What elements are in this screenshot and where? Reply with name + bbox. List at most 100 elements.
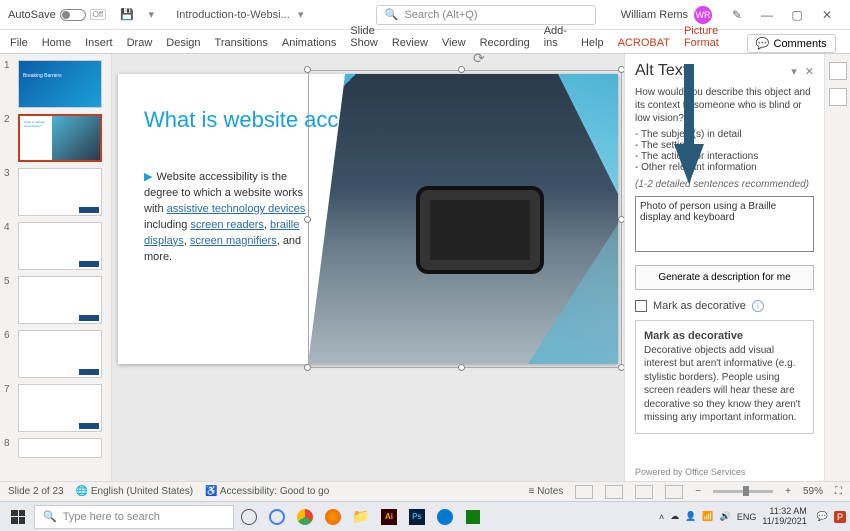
info-icon[interactable]: i (752, 300, 764, 312)
onedrive-icon[interactable]: ☁ (670, 511, 679, 522)
tab-draw[interactable]: Draw (127, 37, 153, 53)
tooltip-body: Decorative objects add visual interest b… (644, 345, 800, 424)
rail-icon[interactable] (829, 62, 847, 80)
normal-view-button[interactable] (575, 485, 593, 499)
slide-thumbnail[interactable] (18, 438, 102, 458)
tab-help[interactable]: Help (581, 37, 604, 53)
tab-addins[interactable]: Add-ins (544, 25, 567, 53)
wifi-icon[interactable]: 📶 (702, 511, 713, 522)
tab-file[interactable]: File (10, 37, 28, 53)
slide-body-text[interactable]: ▶Website accessibility is the degree to … (144, 170, 324, 266)
cortana-icon[interactable] (264, 504, 290, 530)
volume-icon[interactable]: 🔊 (720, 511, 731, 522)
pane-close-icon[interactable]: ✕ (805, 65, 814, 78)
chrome-icon[interactable] (292, 504, 318, 530)
close-button[interactable]: ✕ (812, 8, 842, 22)
tab-recording[interactable]: Recording (480, 37, 530, 53)
slide-image[interactable] (308, 74, 618, 364)
accessibility-status[interactable]: ♿ Accessibility: Good to go (205, 486, 329, 497)
language-indicator[interactable]: ENG (737, 512, 757, 522)
slide-thumbnail[interactable]: Breaking Barriers (18, 60, 102, 108)
slide-canvas[interactable]: ⟳ What is website accessibility? ▶Websit… (112, 54, 624, 481)
qat-dropdown-icon[interactable]: ▾ (142, 6, 160, 24)
document-title[interactable]: Introduction-to-Websi... (176, 9, 290, 21)
save-icon[interactable]: 💾 (118, 6, 136, 24)
tab-animations[interactable]: Animations (282, 37, 336, 53)
alt-text-pane: Alt Text ▾ ✕ How would you describe this… (624, 54, 824, 481)
notifications-icon[interactable]: 💬 (817, 511, 828, 522)
slide-thumbnail[interactable] (18, 330, 102, 378)
photoshop-icon[interactable]: Ps (404, 504, 430, 530)
slide-counter[interactable]: Slide 2 of 23 (8, 486, 64, 497)
thumbnail-panel[interactable]: 1Breaking Barriers 2What is website acce… (0, 54, 112, 481)
slide-thumbnail[interactable] (18, 276, 102, 324)
ribbon-options-icon[interactable]: ✎ (722, 8, 752, 22)
start-button[interactable] (4, 503, 32, 531)
zoom-slider[interactable] (713, 490, 773, 493)
alt-text-input[interactable] (635, 196, 814, 252)
selection-handle[interactable] (458, 364, 465, 371)
pane-question: How would you describe this object and i… (635, 86, 814, 125)
rotate-handle-icon[interactable]: ⟳ (473, 50, 485, 67)
selection-handle[interactable] (304, 364, 311, 371)
slide-thumbnail[interactable]: What is website accessibility? (18, 114, 102, 162)
zoom-in-button[interactable]: + (785, 486, 791, 497)
clock[interactable]: 11:32 AM 11/19/2021 (762, 507, 810, 527)
tab-picture-format[interactable]: Picture Format (684, 25, 719, 53)
mark-decorative-row[interactable]: Mark as decorative i (635, 300, 814, 312)
file-explorer-icon[interactable]: 📁 (348, 504, 374, 530)
link-assistive-tech[interactable]: assistive technology devices (167, 203, 306, 215)
firefox-icon[interactable] (320, 504, 346, 530)
tray-chevron-icon[interactable]: ˄ (659, 512, 664, 522)
people-icon[interactable]: 👤 (685, 511, 696, 522)
reading-view-button[interactable] (635, 485, 653, 499)
zoom-level[interactable]: 59% (803, 486, 823, 497)
tab-design[interactable]: Design (166, 37, 200, 53)
generate-description-button[interactable]: Generate a description for me (635, 265, 814, 290)
selection-handle[interactable] (458, 66, 465, 73)
link-screen-readers[interactable]: screen readers (190, 219, 263, 231)
fit-button[interactable]: ⛶ (835, 486, 842, 497)
filename-dropdown-icon[interactable]: ▾ (292, 6, 310, 24)
rail-icon[interactable] (829, 88, 847, 106)
task-view-icon[interactable] (236, 504, 262, 530)
autosave-toggle[interactable]: AutoSave Off (8, 9, 106, 21)
notes-button[interactable]: ≡ Notes (529, 486, 564, 497)
language-status[interactable]: 🌐 English (United States) (76, 486, 194, 497)
toggle-switch-icon[interactable] (60, 9, 86, 21)
slide-thumbnail[interactable] (18, 222, 102, 270)
selection-handle[interactable] (304, 66, 311, 73)
zoom-out-button[interactable]: − (695, 486, 701, 497)
search-input[interactable]: 🔍 Search (Alt+Q) (376, 5, 596, 25)
tab-transitions[interactable]: Transitions (215, 37, 268, 53)
system-tray[interactable]: ˄ ☁ 👤 📶 🔊 ENG 11:32 AM 11/19/2021 💬 P (659, 507, 846, 527)
powerpoint-tray-icon[interactable]: P (834, 512, 846, 522)
link-screen-magnifiers[interactable]: screen magnifiers (190, 235, 277, 247)
slide-thumbnail[interactable] (18, 384, 102, 432)
comments-button[interactable]: 💬 Comments (747, 34, 836, 53)
tab-home[interactable]: Home (42, 37, 71, 53)
tab-review[interactable]: Review (392, 37, 428, 53)
maximize-button[interactable]: ▢ (782, 8, 812, 22)
checkbox-icon[interactable] (635, 300, 647, 312)
tab-insert[interactable]: Insert (85, 37, 113, 53)
thumb-number: 7 (4, 384, 14, 395)
minimize-button[interactable]: — (752, 8, 782, 22)
app-icon[interactable] (460, 504, 486, 530)
app-icon[interactable] (432, 504, 458, 530)
tab-slideshow[interactable]: Slide Show (350, 25, 378, 53)
taskbar-search[interactable]: 🔍 Type here to search (34, 505, 234, 529)
tab-acrobat[interactable]: ACROBAT (618, 37, 670, 53)
slideshow-view-button[interactable] (665, 485, 683, 499)
slide: ⟳ What is website accessibility? ▶Websit… (118, 74, 618, 364)
tab-view[interactable]: View (442, 37, 466, 53)
slide-thumbnail[interactable] (18, 168, 102, 216)
illustrator-icon[interactable]: Ai (376, 504, 402, 530)
pane-title: Alt Text ▾ ✕ (635, 62, 814, 80)
pane-dropdown-icon[interactable]: ▾ (791, 65, 797, 78)
thumb-number: 8 (4, 438, 14, 449)
thumb-number: 4 (4, 222, 14, 233)
account-button[interactable]: William Rems WR (621, 6, 712, 24)
windows-taskbar: 🔍 Type here to search 📁 Ai Ps ˄ ☁ 👤 📶 🔊 … (0, 501, 850, 531)
sorter-view-button[interactable] (605, 485, 623, 499)
